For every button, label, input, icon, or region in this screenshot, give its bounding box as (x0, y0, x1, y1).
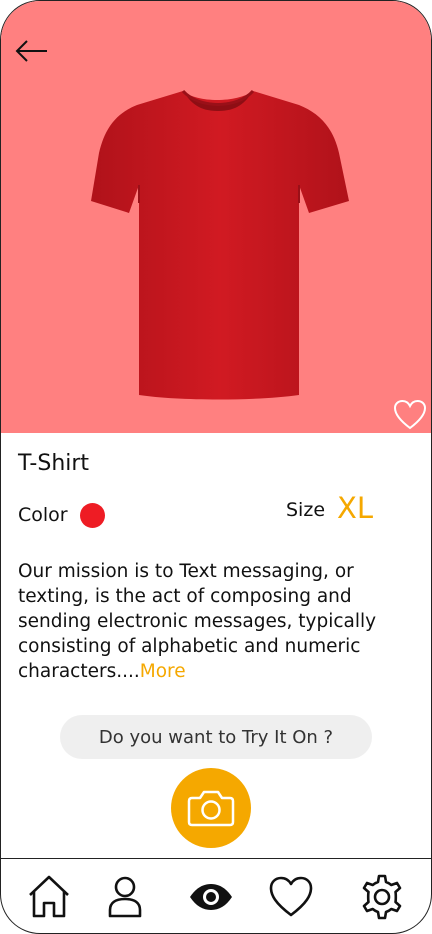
camera-icon (187, 790, 235, 827)
gear-icon[interactable] (358, 873, 406, 921)
color-swatch[interactable] (80, 503, 105, 528)
try-on-label: Do you want to Try It On ? (98, 726, 334, 748)
more-link[interactable]: More (140, 661, 186, 682)
size-value[interactable]: XL (337, 491, 373, 525)
try-on-prompt[interactable]: Do you want to Try It On ? (60, 715, 372, 759)
home-icon[interactable] (25, 873, 73, 921)
heart-outline-icon[interactable] (393, 399, 427, 431)
eye-icon[interactable] (187, 873, 235, 921)
phone-frame: T-Shirt Color Size XL Our mission is to … (0, 0, 432, 934)
product-title: T-Shirt (18, 451, 90, 476)
product-description: Our mission is to Text messaging, or tex… (18, 559, 418, 684)
color-label: Color (18, 504, 68, 526)
user-icon[interactable] (101, 873, 149, 921)
heart-icon[interactable] (267, 873, 315, 921)
tshirt-image (91, 89, 349, 400)
product-hero (1, 1, 431, 433)
size-label: Size (286, 499, 326, 521)
arrow-left-icon[interactable] (15, 37, 49, 65)
bottom-nav (1, 858, 431, 933)
description-text: Our mission is to Text messaging, or tex… (18, 561, 377, 682)
camera-button[interactable] (171, 768, 251, 848)
